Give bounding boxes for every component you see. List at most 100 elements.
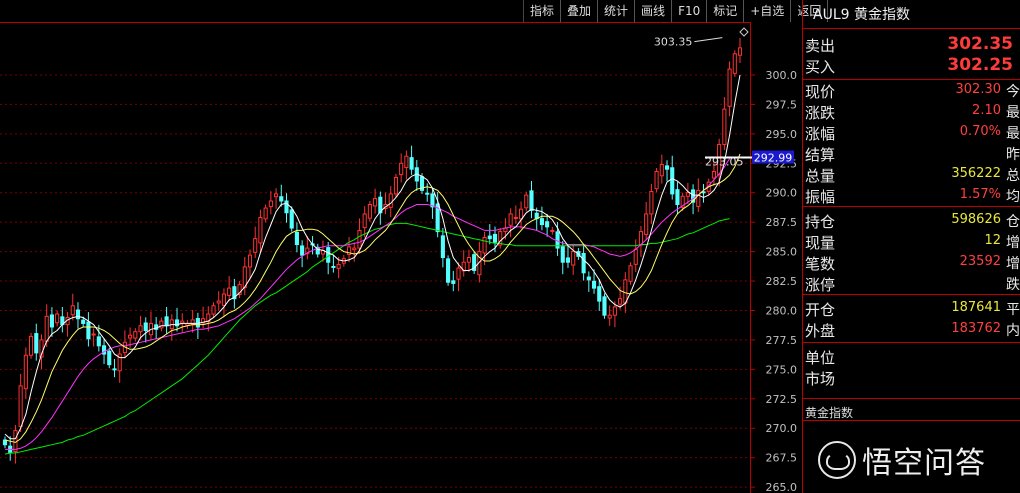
- quote-label: 单位: [805, 349, 836, 367]
- candle-up: [659, 163, 664, 177]
- divider: [803, 79, 1020, 80]
- candle-down: [545, 221, 550, 228]
- indicator-button[interactable]: 指标: [524, 0, 562, 22]
- candle-up: [623, 279, 628, 304]
- mark-button[interactable]: 标记: [707, 0, 745, 22]
- quote-row: 现价 302.30 今: [803, 81, 1020, 102]
- candle-up: [654, 171, 659, 190]
- candle-up: [159, 320, 164, 329]
- quote-label: 振幅: [805, 188, 836, 206]
- candle-down: [425, 192, 430, 195]
- candle-up: [91, 333, 96, 336]
- candle-down: [565, 257, 571, 263]
- candle-up: [55, 313, 60, 324]
- quote-row: 总量 356222 总: [803, 165, 1020, 186]
- add-watchlist-button[interactable]: +自选: [744, 0, 792, 22]
- quote-row: 振幅 1.57% 均: [803, 186, 1020, 207]
- y-tick-label: 275.0: [766, 363, 798, 376]
- candle-down: [34, 333, 39, 354]
- candle-down: [451, 280, 456, 284]
- candle-up: [253, 238, 258, 253]
- candle-down: [107, 350, 112, 366]
- y-tick-label: 272.5: [766, 393, 798, 406]
- quote-trail-label: 平: [1006, 302, 1020, 318]
- candle-up: [404, 155, 409, 169]
- divider: [803, 294, 1020, 295]
- candle-down: [164, 316, 169, 327]
- quote-trail-label: 今: [1006, 84, 1020, 100]
- candle-down: [560, 246, 565, 263]
- candle-down: [675, 189, 680, 206]
- candle-up: [732, 53, 737, 74]
- divider: [803, 398, 1020, 399]
- f10-button[interactable]: F10: [672, 0, 708, 22]
- kline-chart[interactable]: 300.0297.5295.0292.5290.0287.5285.0282.5…: [0, 0, 802, 493]
- candle-up: [23, 354, 28, 390]
- candle-down: [284, 200, 289, 214]
- quote-label: 笔数: [805, 255, 836, 273]
- candle-down: [529, 190, 534, 211]
- quote-trail-label: 增: [1006, 235, 1020, 251]
- quote-value: 23592: [959, 254, 1001, 269]
- candle-up: [128, 334, 133, 339]
- candle-up: [70, 305, 75, 316]
- quote-value: 302.30: [955, 82, 1002, 97]
- quote-row: 结算 昨: [803, 144, 1020, 165]
- divider: [803, 342, 1020, 343]
- sell-price: 302.35: [947, 34, 1013, 54]
- watermark-text: 悟空问答: [862, 446, 986, 481]
- candle-down: [143, 322, 148, 332]
- quote-row: 笔数 23592 增: [803, 253, 1020, 274]
- quote-trail-label: 跌: [1006, 277, 1020, 293]
- y-tick-label: 270.0: [766, 422, 798, 435]
- y-tick-label: 300.0: [766, 69, 798, 82]
- watermark: 悟空问答: [818, 438, 986, 482]
- candle-up: [227, 287, 232, 296]
- quote-row: 涨停 跌: [803, 274, 1020, 295]
- candle-up: [216, 300, 221, 304]
- candle-up: [138, 325, 143, 333]
- quote-trail-label: 增: [1006, 256, 1020, 272]
- candle-up: [18, 385, 23, 427]
- candle-down: [670, 167, 675, 195]
- candle-up: [274, 193, 279, 198]
- quote-trail-label: 仓: [1006, 214, 1020, 230]
- quote-label: 总量: [805, 167, 836, 185]
- candle-down: [581, 252, 586, 274]
- ma5-line: [4, 74, 741, 440]
- sell-label: 卖出: [805, 37, 836, 55]
- quote-row: 单位: [803, 347, 1020, 368]
- y-tick-label: 290.0: [766, 187, 798, 200]
- quote-value: 183762: [951, 321, 1001, 336]
- quote-trail-label: 昨: [1006, 147, 1020, 163]
- candle-up: [352, 247, 357, 251]
- candle-up: [612, 306, 617, 316]
- overlay-button[interactable]: 叠加: [561, 0, 599, 22]
- y-tick-label: 297.5: [766, 98, 798, 111]
- quote-value: 598626: [951, 212, 1001, 227]
- y-tick-label: 280.0: [766, 304, 798, 317]
- draw-line-button[interactable]: 画线: [635, 0, 673, 22]
- y-tick-label: 287.5: [766, 216, 798, 229]
- quote-row: 现量 12 增: [803, 232, 1020, 253]
- statistics-button[interactable]: 统计: [598, 0, 636, 22]
- quote-trail-label: 均: [1006, 189, 1020, 205]
- candle-down: [409, 157, 414, 170]
- quote-row: 涨跌 2.10 最: [803, 102, 1020, 123]
- quote-label: 市场: [805, 370, 836, 388]
- candle-up: [519, 208, 524, 220]
- quote-label: 涨幅: [805, 125, 836, 143]
- candle-up: [727, 68, 732, 107]
- candle-down: [326, 247, 331, 263]
- candle-down: [492, 233, 498, 243]
- candle-down: [294, 231, 299, 246]
- quote-trail-label: 最: [1006, 126, 1020, 142]
- high-pointer: [694, 37, 723, 43]
- candle-up: [388, 193, 393, 208]
- candle-down: [664, 165, 670, 170]
- candle-down: [112, 368, 117, 371]
- quote-trail-label: 最: [1006, 105, 1020, 121]
- candle-up: [336, 264, 341, 269]
- candle-down: [597, 286, 602, 302]
- candle-up: [44, 315, 49, 342]
